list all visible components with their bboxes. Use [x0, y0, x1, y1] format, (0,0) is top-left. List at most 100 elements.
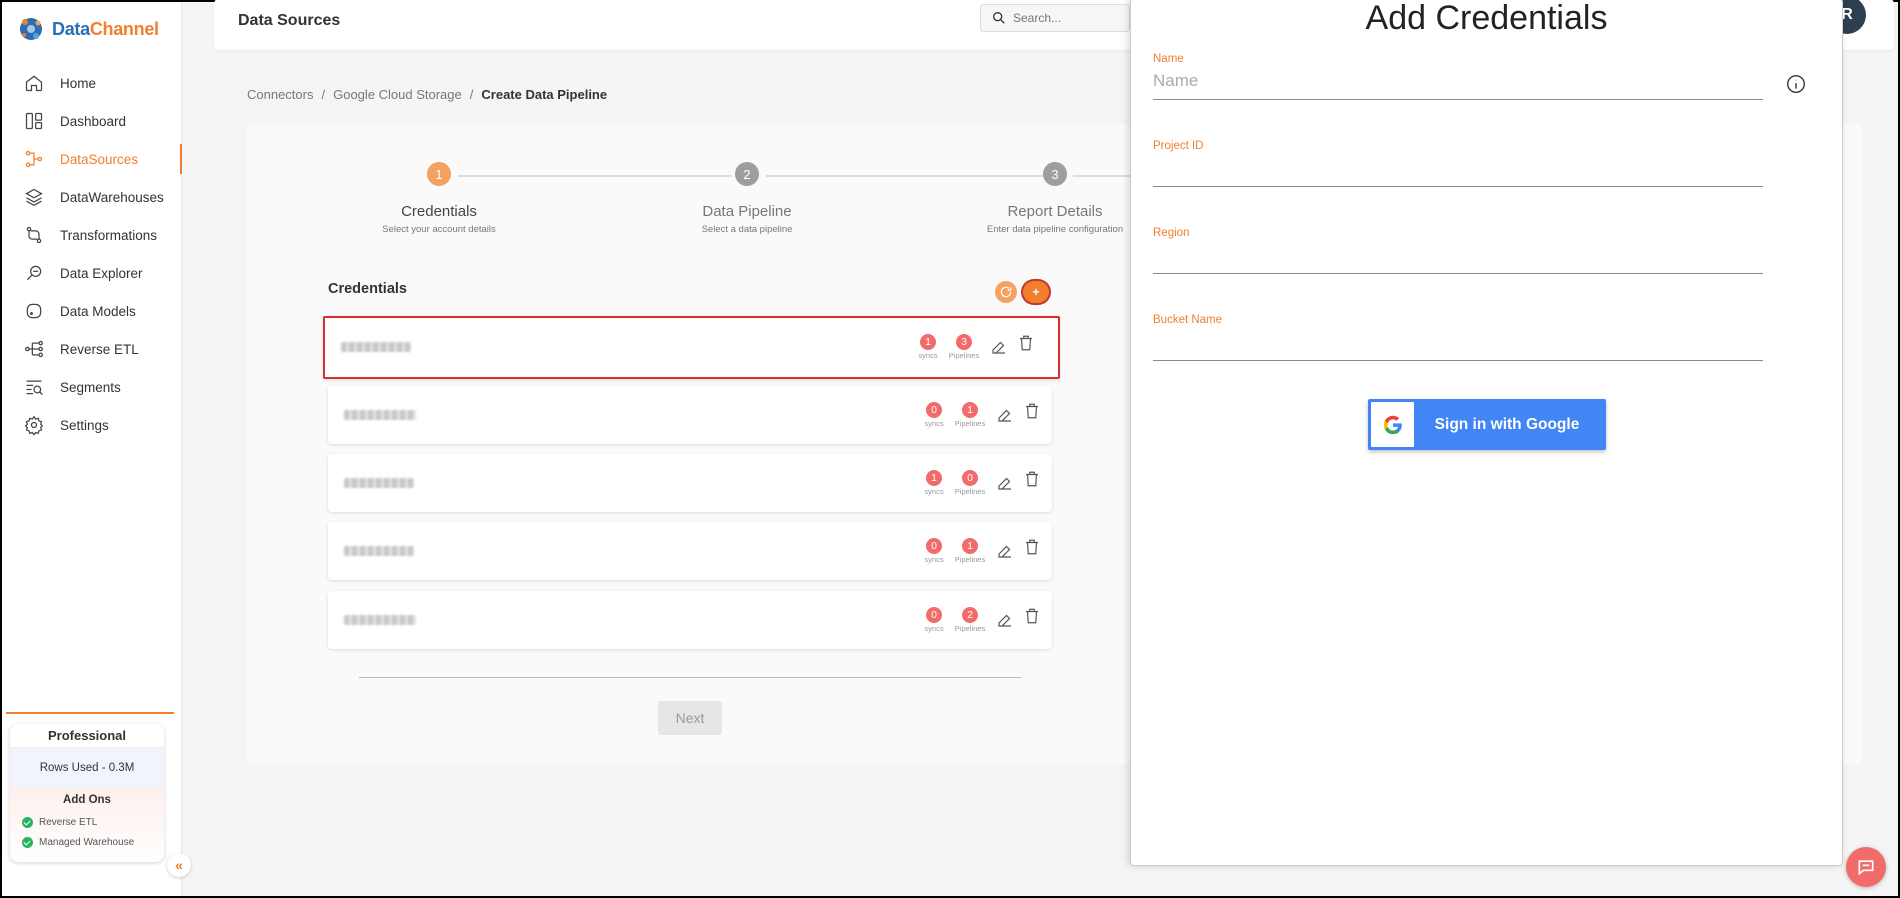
sidebar-item-data-explorer[interactable]: Data Explorer — [2, 254, 182, 292]
credential-name-blurred — [344, 410, 416, 420]
sidebar-item-label: Data Models — [60, 303, 136, 319]
sidebar-item-segments[interactable]: Segments — [2, 368, 182, 406]
logo[interactable]: DataChannel — [16, 14, 159, 44]
project-id-label: Project ID — [1153, 140, 1204, 152]
delete-button[interactable] — [1023, 470, 1041, 488]
syncs-count: 1 syncs — [918, 334, 938, 360]
pipelines-count: 1 Pipelines — [954, 402, 986, 428]
step-2-circle: 2 — [735, 162, 759, 186]
refresh-credentials-button[interactable] — [995, 281, 1017, 303]
brand-name-part2: Channel — [89, 18, 159, 39]
credential-name-blurred — [341, 342, 411, 352]
sidebar-nav: Home Dashboard DataSources DataWarehouse… — [2, 64, 182, 444]
explorer-icon — [26, 265, 42, 281]
drawer-title: Add Credentials — [1365, 0, 1608, 37]
layers-icon — [25, 188, 43, 207]
step-3-circle: 3 — [1043, 162, 1067, 186]
dashboard-icon — [25, 112, 43, 130]
edit-icon — [992, 341, 1005, 354]
step-2-title: Data Pipeline — [702, 203, 792, 220]
name-label: Name — [1153, 53, 1184, 65]
region-label: Region — [1153, 227, 1190, 239]
sidebar-item-settings[interactable]: Settings — [2, 406, 182, 444]
edit-icon — [998, 409, 1011, 422]
credential-row[interactable]: 1 syncs 0 Pipelines — [328, 454, 1052, 512]
search-icon — [993, 11, 1005, 24]
credential-row[interactable]: 0 syncs 2 Pipelines — [328, 591, 1052, 649]
name-input[interactable] — [1153, 65, 1763, 100]
edit-icon — [998, 614, 1011, 627]
sidebar-item-label: Settings — [60, 417, 109, 433]
sidebar-item-transformations[interactable]: Transformations — [2, 216, 182, 254]
google-sign-in-button[interactable]: Sign in with Google — [1368, 399, 1606, 450]
search-box[interactable] — [980, 4, 1130, 32]
plan-card: Professional Rows Used - 0.3M Add Ons Re… — [10, 724, 164, 862]
credential-row[interactable]: 1 syncs 3 Pipelines — [323, 316, 1060, 379]
addon-item: Reverse ETL — [10, 812, 164, 832]
syncs-count: 0 syncs — [924, 607, 944, 633]
edit-button[interactable] — [990, 338, 1008, 356]
delete-button[interactable] — [1023, 538, 1041, 556]
addon-label: Reverse ETL — [39, 816, 98, 828]
sidebar-item-dashboard[interactable]: Dashboard — [2, 102, 182, 140]
sidebar-item-label: DataWarehouses — [60, 189, 164, 205]
trash-icon — [1026, 403, 1038, 419]
delete-button[interactable] — [1017, 334, 1035, 352]
breadcrumb-separator: / — [469, 87, 474, 102]
name-field: Name — [1153, 53, 1763, 100]
breadcrumb-link-google-cloud-storage[interactable]: Google Cloud Storage — [333, 87, 462, 102]
info-button[interactable] — [1785, 73, 1807, 95]
delete-button[interactable] — [1023, 402, 1041, 420]
edit-button[interactable] — [996, 611, 1014, 629]
sidebar-item-home[interactable]: Home — [2, 64, 182, 102]
step-1-subtitle: Select your account details — [382, 224, 496, 235]
sidebar-item-label: Data Explorer — [60, 265, 143, 281]
credentials-heading: Credentials — [328, 281, 407, 297]
sidebar-item-data-models[interactable]: Data Models — [2, 292, 182, 330]
edit-button[interactable] — [996, 406, 1014, 424]
step-3-title: Report Details — [1007, 203, 1103, 220]
delete-button[interactable] — [1023, 607, 1041, 625]
models-icon — [26, 303, 42, 319]
transform-icon — [26, 226, 42, 244]
bucket-name-input[interactable] — [1153, 326, 1763, 361]
trash-icon — [1026, 471, 1038, 487]
addon-label: Managed Warehouse — [39, 836, 135, 848]
sidebar-item-reverse-etl[interactable]: Reverse ETL — [2, 330, 182, 368]
search-input[interactable] — [1013, 11, 1113, 25]
home-icon — [25, 75, 43, 92]
bucket-name-field: Bucket Name — [1153, 314, 1763, 361]
breadcrumb-link-connectors[interactable]: Connectors — [247, 87, 313, 102]
google-g-icon — [1383, 415, 1402, 434]
addons-section: Add Ons Reverse ETL Managed Warehouse — [10, 788, 164, 862]
edit-button[interactable] — [996, 474, 1014, 492]
pipelines-count: 0 Pipelines — [954, 470, 986, 496]
credential-name-blurred — [344, 546, 414, 556]
brand-name-part1: Data — [52, 18, 90, 39]
sidebar-item-datasources[interactable]: DataSources — [2, 140, 182, 178]
sidebar-item-datawarehouses[interactable]: DataWarehouses — [2, 178, 182, 216]
add-credential-button[interactable]: + — [1023, 281, 1049, 303]
breadcrumb-current: Create Data Pipeline — [481, 87, 608, 102]
reverse-etl-icon — [25, 340, 43, 358]
check-icon — [22, 836, 33, 848]
check-icon — [22, 816, 33, 828]
syncs-count: 0 syncs — [924, 402, 944, 428]
sidebar-item-label: Transformations — [60, 227, 158, 243]
syncs-count: 0 syncs — [924, 538, 944, 564]
collapse-sidebar-button[interactable]: « — [167, 853, 191, 877]
next-button[interactable]: Next — [658, 701, 722, 735]
plan-name: Professional — [10, 724, 164, 748]
refresh-icon — [1000, 286, 1012, 298]
chat-button[interactable] — [1846, 847, 1886, 887]
plan-divider — [6, 712, 174, 714]
region-input[interactable] — [1153, 239, 1763, 274]
sidebar: DataChannel Home Dashboard DataSources D… — [2, 2, 191, 896]
bucket-name-label: Bucket Name — [1153, 314, 1223, 326]
credential-row[interactable]: 0 syncs 1 Pipelines — [328, 522, 1052, 580]
edit-button[interactable] — [996, 542, 1014, 560]
credential-row[interactable]: 0 syncs 1 Pipelines — [328, 386, 1052, 444]
list-divider — [359, 677, 1021, 678]
region-field: Region — [1153, 227, 1763, 274]
project-id-input[interactable] — [1153, 152, 1763, 187]
